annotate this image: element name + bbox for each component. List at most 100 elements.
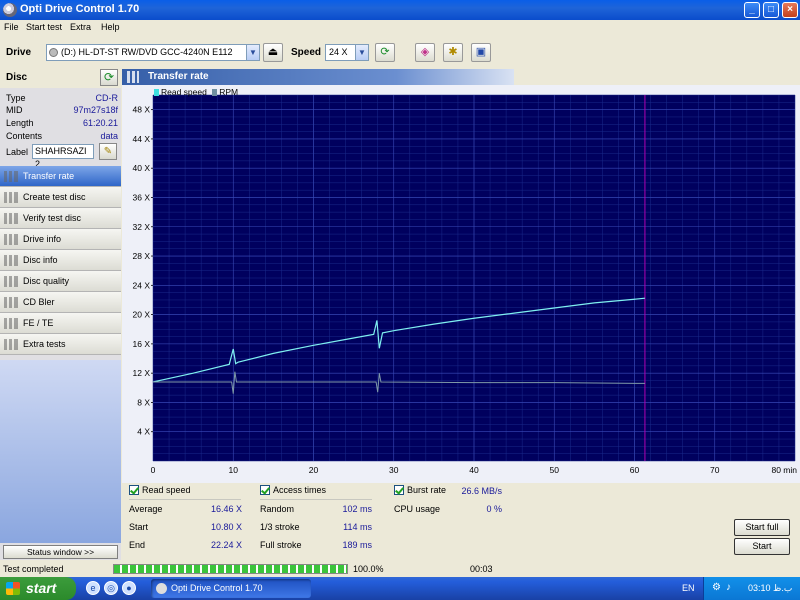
divider [260,499,372,500]
nav-label: Drive info [23,234,62,244]
chart-icon [4,234,18,245]
y-tick-label: 48 X [133,105,151,115]
read-speed-checkbox[interactable]: Read speed [129,485,191,495]
disc-info-length: Length 61:20.21 [0,118,121,130]
nav-cd-bler[interactable]: CD Bler [0,292,121,313]
close-button[interactable]: × [782,2,798,18]
drive-label: Drive [6,47,32,58]
app-disc-icon [156,583,167,594]
label-edit-icon[interactable]: ✎ [99,143,117,160]
nav-disc-info[interactable]: Disc info [0,250,121,271]
menu-bar: File Start test Extra Help [0,20,800,36]
taskbar-app-button[interactable]: Opti Drive Control 1.70 [151,579,311,598]
y-tick-label: 8 X [137,397,150,407]
legend-swatch-read [154,89,159,96]
burst-rate-checkbox[interactable]: Burst rate [394,485,446,495]
elapsed-time: 00:03 [470,564,493,574]
start-button-taskbar[interactable]: start [0,577,76,600]
disc-info-type: Type CD-R [0,93,121,105]
full-stroke-label: Full stroke [260,540,302,550]
cpu-usage-value: 0 % [486,504,502,514]
nav-extra-tests[interactable]: Extra tests [0,334,121,355]
nav-label: Extra tests [23,339,66,349]
speed-label: Speed [291,47,322,58]
chart-icon [4,192,18,203]
random-value: 102 ms [342,504,372,514]
y-tick-label: 28 X [133,251,151,261]
drive-select-value: (D:) HL-DT-ST RW/DVD GCC-4240N E112 [61,47,233,57]
chart-icon [4,276,18,287]
drive-dropdown-arrow-icon[interactable]: ▼ [246,44,260,61]
eject-icon[interactable]: ⏏ [263,43,283,62]
main-panel: Transfer rate 4 X 8 X 12 X 16 X 20 X 24 X 28 X… [122,68,800,560]
maximize-button[interactable]: □ [763,2,779,18]
menu-extra[interactable]: Extra [70,22,91,32]
third-stroke-value: 114 ms [343,522,372,532]
cd-drive-icon [49,48,58,57]
menu-file[interactable]: File [4,22,19,32]
x-tick-label: 20 [309,465,319,475]
app-disc-icon [3,3,17,17]
start-label: Start [129,522,149,532]
nav-list: Transfer rate Create test disc Verify te… [0,166,121,355]
left-panel: Disc ⟳ Type CD-R MID 97m27s18f Length 61… [0,68,121,560]
ie-icon[interactable]: e [86,581,100,595]
chart-icon [4,318,18,329]
checkbox-check-icon [260,485,270,495]
status-bar: Test completed 100.0% 00:03 [0,562,800,576]
nav-fe-te[interactable]: FE / TE [0,313,121,334]
disc-label-field[interactable]: SHAHRSAZI 2 [32,144,94,169]
nav-disc-quality[interactable]: Disc quality [0,271,121,292]
menu-start-test[interactable]: Start test [26,22,62,32]
minimize-button[interactable]: _ [744,2,760,18]
nav-drive-info[interactable]: Drive info [0,229,121,250]
x-tick-label: 80 min [771,465,797,475]
network-icon[interactable]: ⚙ [712,582,721,593]
tools-icon[interactable]: ✱ [443,43,463,62]
taskbar: start e ◎ ● Opti Drive Control 1.70 EN ⚙… [0,577,800,600]
info-value: 97m27s18f [73,105,118,115]
checkbox-check-icon [129,485,139,495]
average-value: 16.46 X [210,504,242,514]
media-icon[interactable]: ◎ [104,581,118,595]
stats-panel: Read speed Access times Burst rate 26.6 … [122,485,800,560]
speed-select-value: 24 X [329,47,348,57]
access-times-checkbox[interactable]: Access times [260,485,326,495]
progress-bar [113,564,348,574]
progress-text: 100.0% [353,564,384,574]
start-button[interactable]: Start [734,538,790,555]
volume-icon[interactable]: ♪ [726,582,731,593]
status-text: Test completed [3,564,64,574]
nav-verify-test-disc[interactable]: Verify test disc [0,208,121,229]
nav-empty-area [0,360,121,543]
y-tick-label: 16 X [133,339,151,349]
info-value: 61:20.21 [82,118,118,128]
x-tick-label: 50 [550,465,560,475]
nav-label: FE / TE [23,318,54,328]
nav-create-test-disc[interactable]: Create test disc [0,187,121,208]
menu-help[interactable]: Help [101,22,120,32]
transfer-rate-title: Transfer rate [148,71,209,82]
disc-refresh-icon[interactable]: ⟳ [100,69,118,86]
info-key: Contents [6,131,43,141]
refresh-icon[interactable]: ⟳ [375,43,395,62]
save-icon[interactable]: ▣ [471,43,491,62]
drive-select[interactable]: (D:) HL-DT-ST RW/DVD GCC-4240N E112 [46,44,260,61]
nav-transfer-rate[interactable]: Transfer rate [0,166,121,187]
language-indicator[interactable]: EN [682,583,695,593]
status-window-button[interactable]: Status window >> [3,545,118,559]
chart-icon [4,171,18,182]
checkbox-label: Burst rate [407,485,447,495]
start-full-button[interactable]: Start full [734,519,790,536]
speed-dropdown-arrow-icon[interactable]: ▼ [355,44,369,61]
disc-quicklaunch-icon[interactable]: ● [122,581,136,595]
x-tick-label: 0 [151,465,156,475]
checkbox-check-icon [394,485,404,495]
window-title: Opti Drive Control 1.70 [20,3,140,15]
average-label: Average [129,504,163,514]
chart-icon [4,255,18,266]
chart-container: 4 X 8 X 12 X 16 X 20 X 24 X 28 X 32 X 36 X 40 X 44… [122,85,800,483]
eraser-icon[interactable]: ◈ [415,43,435,62]
x-tick-label: 70 [710,465,720,475]
nav-label: Transfer rate [23,171,75,181]
